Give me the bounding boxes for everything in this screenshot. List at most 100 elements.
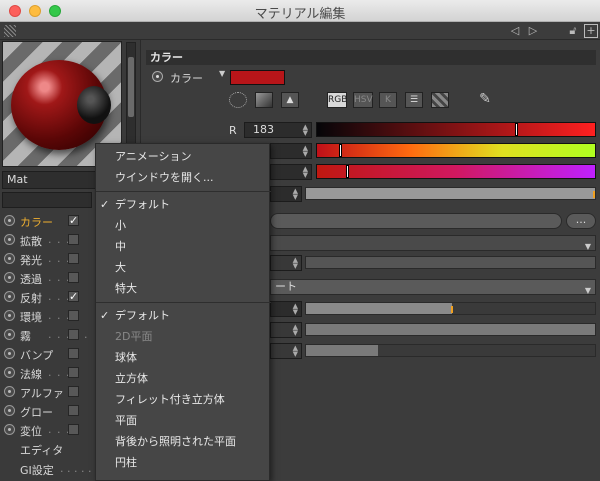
channel-item[interactable]: カラー ✓ — [2, 211, 94, 230]
channel-label[interactable]: 発光 — [20, 252, 42, 268]
g-spinner-icon[interactable]: ▲ ▼ — [303, 145, 308, 158]
channel-checkbox[interactable] — [68, 310, 79, 321]
b-slider-knob[interactable] — [346, 165, 349, 178]
channel-anim-radio[interactable] — [4, 386, 15, 397]
forward-arrow-icon[interactable]: ▷ — [526, 24, 540, 38]
channel-anim-radio[interactable] — [4, 405, 15, 416]
mix-strength-field[interactable]: ▲ ▼ — [270, 301, 302, 317]
channel-item[interactable]: 透過. . . — [2, 268, 94, 287]
channel-item[interactable]: 拡散. . . — [2, 230, 94, 249]
gi-settings-item[interactable]: GI設定 — [20, 462, 54, 478]
material-name-field[interactable] — [2, 192, 92, 208]
menu-item[interactable]: ウインドウを開く... — [96, 167, 271, 188]
swatches-icon[interactable] — [431, 92, 449, 108]
grip-icon[interactable] — [4, 25, 16, 37]
menu-item[interactable]: 大 — [96, 257, 271, 278]
menu-item[interactable]: 円柱 — [96, 452, 271, 473]
channel-label[interactable]: バンプ — [20, 347, 53, 363]
lock-icon[interactable]: 🔓︎ — [566, 24, 580, 38]
channel-item[interactable]: グロー — [2, 401, 94, 420]
channel-anim-radio[interactable] — [4, 310, 15, 321]
channel-anim-radio[interactable] — [4, 367, 15, 378]
channel-anim-radio[interactable] — [4, 215, 15, 226]
spectrum-icon[interactable] — [255, 92, 273, 108]
channel-item[interactable]: 霧. . . . . — [2, 325, 94, 344]
texture-field[interactable] — [270, 213, 562, 229]
image-icon[interactable]: ▲ — [281, 92, 299, 108]
channel-item[interactable]: バンプ — [2, 344, 94, 363]
editor-item[interactable]: エディタ — [20, 442, 63, 458]
brightness-slider[interactable] — [305, 187, 596, 200]
channel-checkbox[interactable] — [68, 386, 79, 397]
menu-item[interactable]: 背後から照明された平面 — [96, 431, 271, 452]
channel-checkbox[interactable] — [68, 424, 79, 435]
texture-browse-button[interactable]: ... — [566, 213, 596, 229]
menu-item[interactable]: ✓ デフォルト — [96, 194, 271, 215]
channel-label[interactable]: アルファ — [20, 385, 64, 401]
channel-checkbox[interactable] — [68, 253, 79, 264]
channel-anim-radio[interactable] — [4, 272, 15, 283]
brightness-value-field[interactable]: ▲ ▼ — [270, 186, 302, 202]
mix-strength-slider[interactable] — [305, 302, 596, 315]
b-value-field[interactable]: ▲ ▼ — [270, 164, 312, 180]
mixer-icon[interactable]: ☰ — [405, 92, 423, 108]
channel-label[interactable]: 変位 — [20, 423, 42, 439]
b-gradient-slider[interactable] — [316, 164, 596, 179]
menu-item[interactable]: 平面 — [96, 410, 271, 431]
r-spinner-icon[interactable]: ▲ ▼ — [303, 124, 308, 137]
g-value-field[interactable]: ▲ ▼ — [270, 143, 312, 159]
channel-item[interactable]: 反射. . . ✓ — [2, 287, 94, 306]
g-gradient-slider[interactable] — [316, 143, 596, 158]
channel-label[interactable]: 反射 — [20, 290, 42, 306]
channel-anim-radio[interactable] — [4, 253, 15, 264]
channel-item[interactable]: 環境. . . — [2, 306, 94, 325]
menu-item[interactable]: アニメーション — [96, 146, 271, 167]
channel-anim-radio[interactable] — [4, 424, 15, 435]
rgb-mode-button[interactable]: RGB — [327, 92, 347, 108]
channel-checkbox[interactable] — [68, 329, 79, 340]
channel-label[interactable]: 環境 — [20, 309, 42, 325]
channel-item[interactable]: 発光. . . — [2, 249, 94, 268]
mix-strength-spinner-icon[interactable]: ▲ ▼ — [293, 303, 298, 316]
brightness-spinner-icon[interactable]: ▲ ▼ — [293, 188, 298, 201]
back-arrow-icon[interactable]: ◁ — [508, 24, 522, 38]
channel-item[interactable]: アルファ — [2, 382, 94, 401]
scrollbar-thumb[interactable] — [128, 57, 134, 117]
menu-item[interactable]: 小 — [96, 215, 271, 236]
channel-checkbox[interactable] — [68, 234, 79, 245]
channel-label[interactable]: グロー — [20, 404, 53, 420]
eyedropper-icon[interactable]: ✎ — [476, 92, 494, 108]
b-spinner-icon[interactable]: ▲ ▼ — [303, 166, 308, 179]
r-gradient-slider[interactable] — [316, 122, 596, 137]
channel-item[interactable]: 法線. . . — [2, 363, 94, 382]
channel-checkbox[interactable] — [68, 367, 79, 378]
channel-checkbox[interactable] — [68, 348, 79, 359]
r-value-field[interactable]: 183 ▲ ▼ — [244, 122, 312, 138]
hsv-mode-button[interactable]: HSV — [353, 92, 373, 108]
channel-label[interactable]: 法線 — [20, 366, 42, 382]
r-slider-knob[interactable] — [515, 123, 518, 136]
channel-label[interactable]: 霧 — [20, 328, 31, 344]
g-slider-knob[interactable] — [339, 144, 342, 157]
menu-item[interactable]: 中 — [96, 236, 271, 257]
channel-checkbox[interactable] — [68, 405, 79, 416]
channel-label[interactable]: 拡散 — [20, 233, 42, 249]
channel-label[interactable]: 透過 — [20, 271, 42, 287]
color-expand-arrow-icon[interactable]: ▼ — [219, 69, 225, 78]
menu-item[interactable]: フィレット付き立方体 — [96, 389, 271, 410]
channel-checkbox[interactable] — [68, 272, 79, 283]
menu-item[interactable]: ✓ デフォルト — [96, 305, 271, 326]
channel-anim-radio[interactable] — [4, 329, 15, 340]
channel-item[interactable]: 変位. . . — [2, 420, 94, 439]
menu-item[interactable]: 球体 — [96, 347, 271, 368]
channel-anim-radio[interactable] — [4, 234, 15, 245]
new-window-icon[interactable]: + — [584, 24, 598, 38]
channel-checkbox[interactable]: ✓ — [68, 215, 79, 226]
channel-anim-radio[interactable] — [4, 348, 15, 359]
color-anim-radio[interactable] — [152, 71, 163, 82]
menu-item[interactable]: 特大 — [96, 278, 271, 299]
channel-label[interactable]: カラー — [20, 214, 53, 230]
color-swatch[interactable] — [230, 70, 285, 85]
channel-anim-radio[interactable] — [4, 291, 15, 302]
kelvin-mode-button[interactable]: K — [379, 92, 397, 108]
